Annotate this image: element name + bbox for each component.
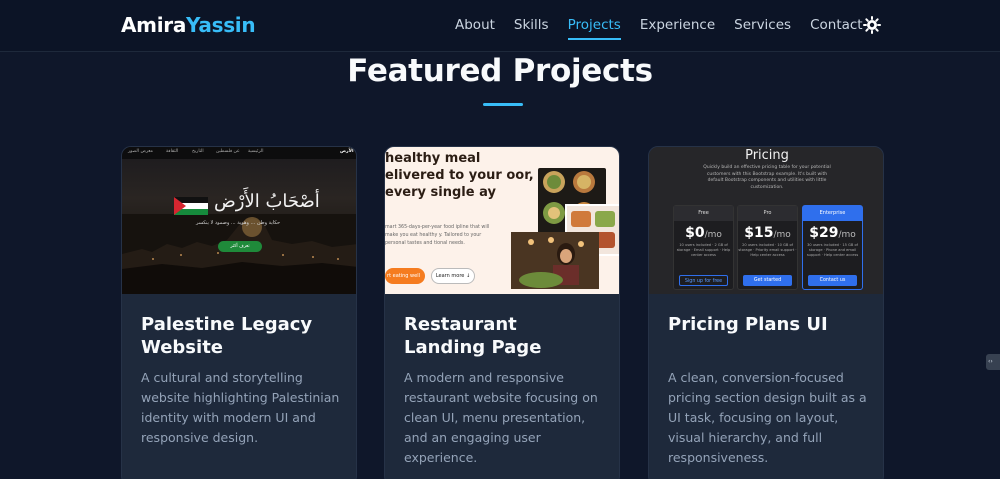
project-card-palestine[interactable]: معرض الصور الثقافة التاريخ عن فلسطين الر… [121,146,357,479]
thumb-pricing-title: Pricing [745,148,789,163]
thumb-cta-label: تعرف أكثر [230,244,250,249]
nav-link-about[interactable]: About [455,17,495,33]
city-skyline-image [122,214,356,294]
thumb-arabic-subtitle: حكاية وطن ... وهوية ... وصمود لا ينكسر [196,220,281,226]
thumb-arabic-title: أصْحَابُ الأَرْض [214,191,320,212]
plan-price: $15/mo [738,225,797,241]
project-description: A cultural and storytelling website high… [141,370,340,445]
plan-period: /mo [704,230,722,240]
project-card-pricing[interactable]: Pricing Quickly build an effective prici… [648,146,884,479]
plan-price-value: $0 [685,225,705,241]
thumb-menu-item: معرض الصور [128,149,153,154]
thumb-logo: الأرض [340,149,354,154]
plan-pro: Pro $15/mo 20 users included · 10 GB of … [737,205,798,290]
thumb-pricing-text: Quickly build an effective pricing table… [703,165,831,190]
thumb-headline: healthy meal elivered to your oor, every… [385,151,534,200]
side-scroll-widget[interactable]: ‹› [986,354,1000,370]
project-thumbnail: healthy meal elivered to your oor, every… [385,147,619,294]
project-card-restaurant[interactable]: healthy meal elivered to your oor, every… [384,146,620,479]
brand-logo[interactable]: AmiraYassin [121,13,256,37]
plan-price-value: $29 [809,225,839,241]
project-description: A modern and responsive restaurant websi… [404,370,598,465]
plan-features: 10 users included · 2 GB of storage · Em… [676,243,731,257]
plan-period: /mo [838,230,856,240]
plan-button: Contact us [808,275,857,286]
plan-free: Free $0/mo 10 users included · 2 GB of s… [673,205,734,290]
side-widget-icon: ‹› [988,358,993,365]
thumb-secondary-button: Learn more ↓ [431,268,475,284]
plan-price: $29/mo [803,225,862,241]
plan-price: $0/mo [674,225,733,241]
project-title: Restaurant Landing Page [404,314,542,358]
project-title: Pricing Plans UI [668,314,828,335]
plan-button: Get started [743,275,792,286]
project-title: Palestine Legacy Website [141,314,313,358]
brand-last-name: Yassin [186,13,256,37]
section-title-underline [483,103,523,106]
plan-name: Pro [738,206,797,221]
project-description: A clean, conversion-focused pricing sect… [668,370,867,465]
nav-link-services[interactable]: Services [734,17,791,33]
plan-features: 30 users included · 15 GB of storage · P… [806,243,859,257]
plan-enterprise: Enterprise $29/mo 30 users included · 15… [802,205,863,290]
nav-link-projects[interactable]: Projects [567,17,622,40]
section-title: Featured Projects [347,53,653,89]
thumb-navbar: معرض الصور الثقافة التاريخ عن فلسطين الر… [122,147,356,159]
project-thumbnail: Pricing Quickly build an effective prici… [649,147,883,294]
nav-link-skills[interactable]: Skills [514,17,549,33]
thumb-cta-button: تعرف أكثر [218,241,262,252]
plan-name: Free [674,206,733,221]
thumb-menu-item: الثقافة [166,149,179,154]
palestine-flag-icon [174,197,208,215]
plan-period: /mo [773,230,791,240]
nav-link-experience[interactable]: Experience [640,17,715,33]
project-thumbnail: معرض الصور الثقافة التاريخ عن فلسطين الر… [122,147,356,294]
top-navbar: AmiraYassin About Skills Projects Experi… [0,0,1000,52]
thumb-menu-item: عن فلسطين [216,149,240,154]
plan-features: 20 users included · 10 GB of storage · P… [738,243,797,257]
nav-link-contact[interactable]: Contact [810,17,863,33]
brand-first-name: Amira [121,13,187,37]
theme-toggle-icon[interactable] [862,15,882,35]
thumb-paragraph: mart 365-days-per-year food ipline that … [385,225,490,246]
nav-menu: About Skills Projects Experience Service… [455,17,882,40]
thumb-menu-item: الرئيسية [248,149,264,154]
plan-button: Sign up for free [679,275,728,286]
plan-price-value: $15 [744,225,774,241]
thumb-menu-item: التاريخ [192,149,204,154]
woman-eating-image [511,232,599,289]
thumb-primary-button: rt eating well [385,268,425,284]
plan-name: Enterprise [803,206,862,221]
